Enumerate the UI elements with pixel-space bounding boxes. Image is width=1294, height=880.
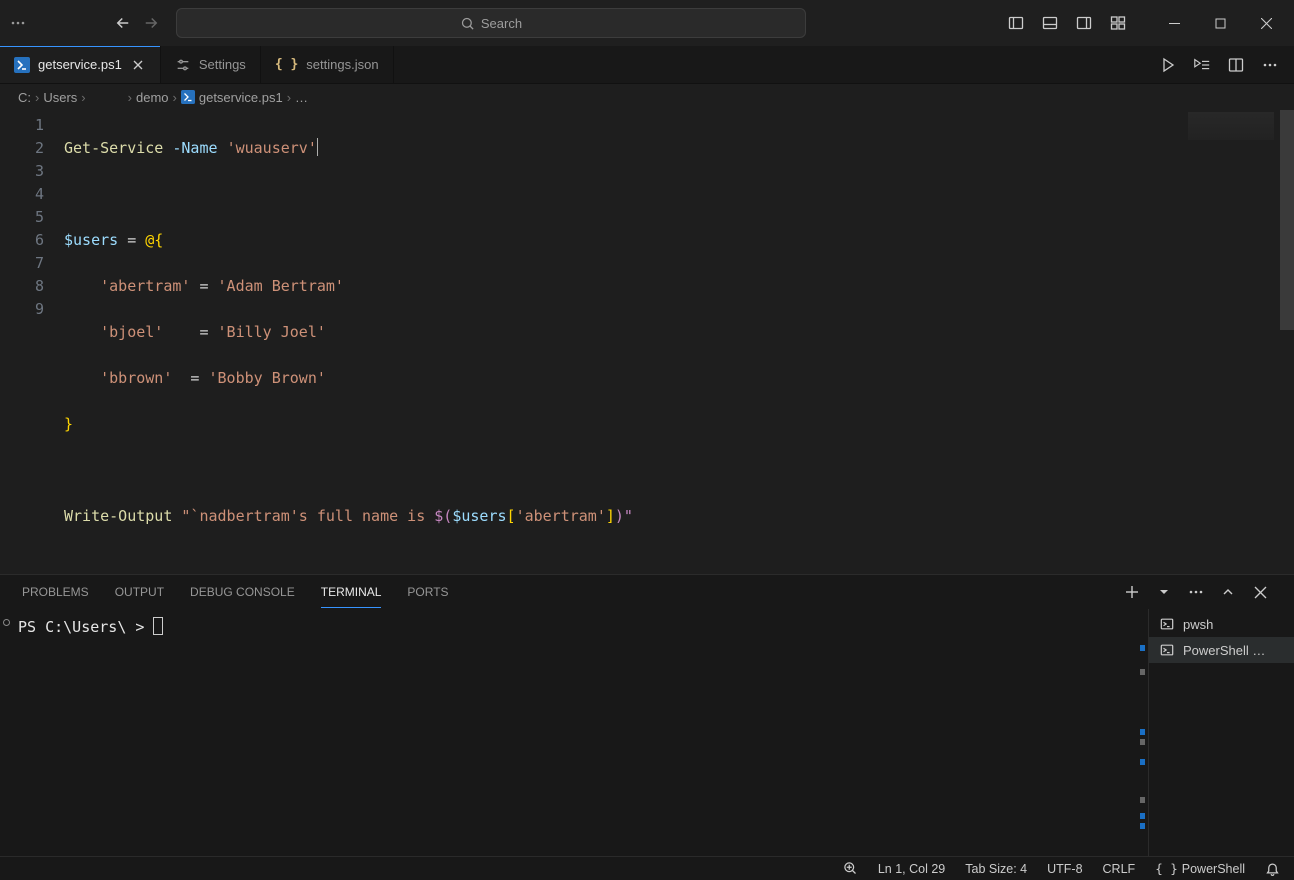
window-minimize[interactable] <box>1152 1 1196 45</box>
tab-label: settings.json <box>306 57 378 72</box>
json-icon: { } <box>275 57 298 72</box>
panel-tab-terminal[interactable]: TERMINAL <box>321 577 382 608</box>
app-menu-icon[interactable] <box>6 15 28 31</box>
status-cursor-position[interactable]: Ln 1, Col 29 <box>878 862 945 876</box>
panel-close-icon[interactable] <box>1248 580 1272 604</box>
terminal-icon <box>1159 617 1175 631</box>
terminal-cursor <box>153 617 163 635</box>
bottom-panel: PROBLEMS OUTPUT DEBUG CONSOLE TERMINAL P… <box>0 574 1294 856</box>
terminal-overview-ruler <box>1136 609 1148 856</box>
breadcrumb-seg[interactable]: C: <box>18 90 31 105</box>
status-zoom-icon[interactable] <box>843 861 858 876</box>
title-bar: Search <box>0 0 1294 46</box>
tab-settings-json[interactable]: { } settings.json <box>261 46 394 83</box>
window-close[interactable] <box>1244 1 1288 45</box>
breadcrumb: C: › Users › › demo › getservice.ps1 › … <box>0 84 1294 110</box>
more-actions-icon[interactable] <box>1256 51 1284 79</box>
chevron-right-icon: › <box>35 90 39 105</box>
chevron-right-icon: › <box>81 90 85 105</box>
terminal-view[interactable]: PS C:\Users\ > <box>0 609 1136 856</box>
status-notifications-icon[interactable] <box>1265 861 1280 876</box>
breadcrumb-seg[interactable]: Users <box>43 90 77 105</box>
editor-scrollbar[interactable] <box>1280 110 1294 574</box>
panel-tab-problems[interactable]: PROBLEMS <box>22 577 89 607</box>
minimap[interactable] <box>1174 110 1294 574</box>
tab-settings[interactable]: Settings <box>161 46 261 83</box>
powershell-icon <box>14 57 30 73</box>
nav-back-icon[interactable] <box>114 14 132 32</box>
terminal-list-item[interactable]: pwsh <box>1149 611 1294 637</box>
terminal-list: pwsh PowerShell … <box>1148 609 1294 856</box>
toggle-panel-icon[interactable] <box>1034 7 1066 39</box>
customize-layout-icon[interactable] <box>1102 7 1134 39</box>
new-terminal-icon[interactable] <box>1120 580 1144 604</box>
panel-maximize-icon[interactable] <box>1216 580 1240 604</box>
tab-label: Settings <box>199 57 246 72</box>
settings-toggles-icon <box>175 57 191 73</box>
chevron-right-icon: › <box>128 90 132 105</box>
nav-forward-icon[interactable] <box>142 14 160 32</box>
terminal-icon <box>1159 643 1175 657</box>
tab-label: getservice.ps1 <box>38 57 122 72</box>
panel-tab-debug-console[interactable]: DEBUG CONSOLE <box>190 577 295 607</box>
panel-tabs: PROBLEMS OUTPUT DEBUG CONSOLE TERMINAL P… <box>0 575 1294 609</box>
panel-tab-ports[interactable]: PORTS <box>407 577 448 607</box>
line-gutter: 1 2 3 4 5 6 7 8 9 <box>0 110 64 574</box>
terminal-prompt: PS C:\Users\ > <box>18 618 144 636</box>
breadcrumb-seg[interactable]: demo <box>136 90 169 105</box>
terminal-launch-profile-icon[interactable] <box>1152 580 1176 604</box>
braces-icon: { } <box>1155 861 1178 876</box>
code-area[interactable]: Get-Service -Name 'wuauserv' $users = @{… <box>64 110 1174 574</box>
toggle-sidebar-right-icon[interactable] <box>1068 7 1100 39</box>
status-language-mode[interactable]: { } PowerShell <box>1155 861 1245 876</box>
editor-tabs: getservice.ps1 Settings { } settings.jso… <box>0 46 1294 84</box>
command-center-search[interactable]: Search <box>176 8 806 38</box>
status-eol[interactable]: CRLF <box>1103 862 1136 876</box>
window-maximize[interactable] <box>1198 1 1242 45</box>
run-icon[interactable] <box>1154 51 1182 79</box>
chevron-right-icon: › <box>287 90 291 105</box>
text-cursor <box>317 138 318 156</box>
tab-getservice[interactable]: getservice.ps1 <box>0 46 161 83</box>
panel-more-icon[interactable] <box>1184 580 1208 604</box>
editor[interactable]: 1 2 3 4 5 6 7 8 9 Get-Service -Name 'wua… <box>0 110 1294 574</box>
status-encoding[interactable]: UTF-8 <box>1047 862 1082 876</box>
toggle-sidebar-left-icon[interactable] <box>1000 7 1032 39</box>
chevron-right-icon: › <box>173 90 177 105</box>
panel-tab-output[interactable]: OUTPUT <box>115 577 164 607</box>
search-icon <box>460 16 475 31</box>
split-editor-icon[interactable] <box>1222 51 1250 79</box>
run-selection-icon[interactable] <box>1188 51 1216 79</box>
status-tab-size[interactable]: Tab Size: 4 <box>965 862 1027 876</box>
search-placeholder: Search <box>481 16 522 31</box>
tab-close-icon[interactable] <box>130 57 146 73</box>
terminal-list-item[interactable]: PowerShell … <box>1149 637 1294 663</box>
terminal-status-icon <box>3 619 10 626</box>
breadcrumb-file[interactable]: getservice.ps1 <box>181 90 283 105</box>
breadcrumb-tail[interactable]: … <box>295 90 308 105</box>
status-bar: Ln 1, Col 29 Tab Size: 4 UTF-8 CRLF { } … <box>0 856 1294 880</box>
